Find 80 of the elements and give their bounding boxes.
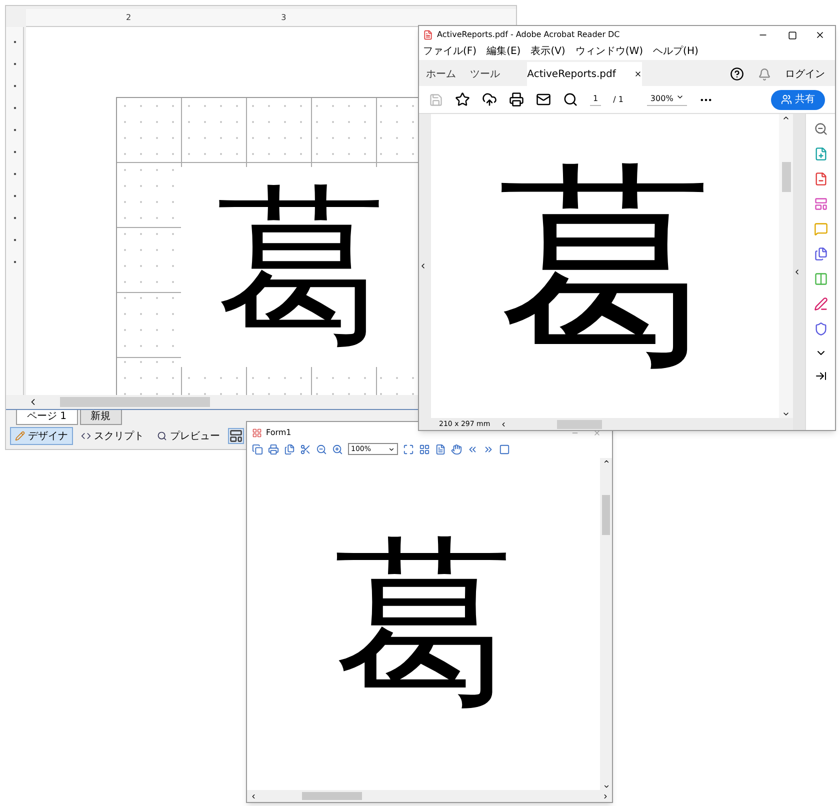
- maximize-icon[interactable]: [788, 30, 797, 40]
- document-tab[interactable]: ホーム: [419, 62, 463, 86]
- toolbar-icon[interactable]: [451, 444, 462, 454]
- page-tab[interactable]: ページ 1: [16, 410, 78, 425]
- caret-icon: [388, 446, 395, 452]
- toolbar-icon[interactable]: [300, 444, 311, 454]
- page-tab[interactable]: 新規: [80, 410, 122, 425]
- toolbar-icon[interactable]: [419, 444, 430, 454]
- tool-icon[interactable]: [814, 147, 828, 161]
- toolbar-icon[interactable]: [403, 444, 414, 454]
- menu-item[interactable]: ウィンドウ(W): [575, 47, 644, 57]
- scroll-left-icon[interactable]: [250, 792, 257, 800]
- scroll-left-icon[interactable]: [500, 420, 508, 428]
- toolbar-icon[interactable]: [467, 444, 478, 454]
- scroll-thumb[interactable]: [782, 162, 790, 192]
- menu-item[interactable]: 編集(E): [486, 47, 521, 57]
- share-button[interactable]: 共有: [771, 90, 825, 110]
- bell-icon[interactable]: [758, 68, 771, 80]
- page-number-field[interactable]: 1: [590, 93, 602, 106]
- close-icon[interactable]: [815, 30, 825, 40]
- toolbar-icon[interactable]: [316, 444, 327, 454]
- tool-icon[interactable]: [814, 247, 828, 261]
- expand-pane-icon[interactable]: [814, 370, 826, 382]
- collapse-left-icon[interactable]: [419, 262, 427, 270]
- scroll-thumb[interactable]: [302, 792, 362, 800]
- close-tab-icon: [634, 70, 642, 78]
- mail-icon[interactable]: [536, 92, 551, 107]
- scroll-up-icon[interactable]: [602, 458, 610, 465]
- scroll-down-icon[interactable]: [782, 410, 790, 418]
- kanji-glyph: 葛: [498, 158, 712, 374]
- kanji-glyph: 葛: [334, 534, 514, 714]
- ruler-label: 3: [281, 12, 286, 24]
- toolbar-icon[interactable]: [499, 444, 510, 454]
- document-tab[interactable]: ツール: [463, 62, 507, 86]
- people-icon: [781, 94, 792, 105]
- kanji-glyph: 葛: [216, 182, 386, 352]
- toolbar-icon[interactable]: [268, 444, 279, 454]
- upload-icon[interactable]: [482, 92, 497, 107]
- print-icon[interactable]: [509, 92, 524, 107]
- pdf-icon[interactable]: [423, 30, 433, 40]
- scroll-thumb[interactable]: [557, 420, 602, 428]
- menu-item[interactable]: ヘルプ(H): [653, 47, 698, 57]
- star-icon[interactable]: [455, 92, 470, 107]
- mode-button[interactable]: プレビュー: [152, 427, 225, 445]
- page-total: / 1: [613, 94, 624, 106]
- toolbar-icon[interactable]: [252, 444, 263, 454]
- toolbar-icon[interactable]: [332, 444, 343, 454]
- scroll-thumb[interactable]: [60, 397, 210, 407]
- menu-item[interactable]: 表示(V): [530, 47, 566, 57]
- help-icon[interactable]: [730, 67, 744, 81]
- menu-item[interactable]: ファイル(F): [423, 47, 477, 57]
- toolbar-icon[interactable]: [435, 444, 446, 454]
- scroll-right-icon[interactable]: [602, 792, 609, 800]
- search-icon: [157, 431, 167, 441]
- zoom-out-icon[interactable]: [814, 122, 828, 136]
- tool-icon[interactable]: [814, 172, 828, 186]
- ruler-label: 2: [126, 12, 132, 24]
- layout-icon[interactable]: [228, 428, 244, 444]
- login-button[interactable]: ログイン: [785, 66, 825, 82]
- search-icon[interactable]: [563, 92, 578, 107]
- code-icon: [81, 431, 91, 441]
- tool-icon[interactable]: [814, 322, 828, 336]
- scroll-down-icon[interactable]: [602, 783, 610, 790]
- window-title: Form1: [266, 427, 292, 439]
- tool-icon[interactable]: [814, 197, 828, 211]
- mode-button[interactable]: デザイナ: [10, 427, 73, 445]
- toolbar-icon[interactable]: [483, 444, 494, 454]
- zoom-dropdown[interactable]: 300%: [647, 93, 688, 106]
- tool-icon[interactable]: [814, 272, 828, 286]
- scroll-up-icon[interactable]: [782, 114, 790, 122]
- caret-icon: [676, 93, 684, 101]
- document-tab[interactable]: ActiveReports.pdf: [527, 62, 642, 86]
- tool-icon[interactable]: [814, 297, 828, 311]
- collapse-right-icon[interactable]: [793, 268, 801, 276]
- pencil-icon: [15, 431, 25, 441]
- toolbar-icon[interactable]: [284, 444, 295, 454]
- scroll-thumb[interactable]: [602, 495, 610, 535]
- mode-button[interactable]: スクリプト: [76, 427, 149, 445]
- window-title: ActiveReports.pdf - Adobe Acrobat Reader DC: [437, 29, 621, 41]
- app-icon[interactable]: [252, 428, 262, 438]
